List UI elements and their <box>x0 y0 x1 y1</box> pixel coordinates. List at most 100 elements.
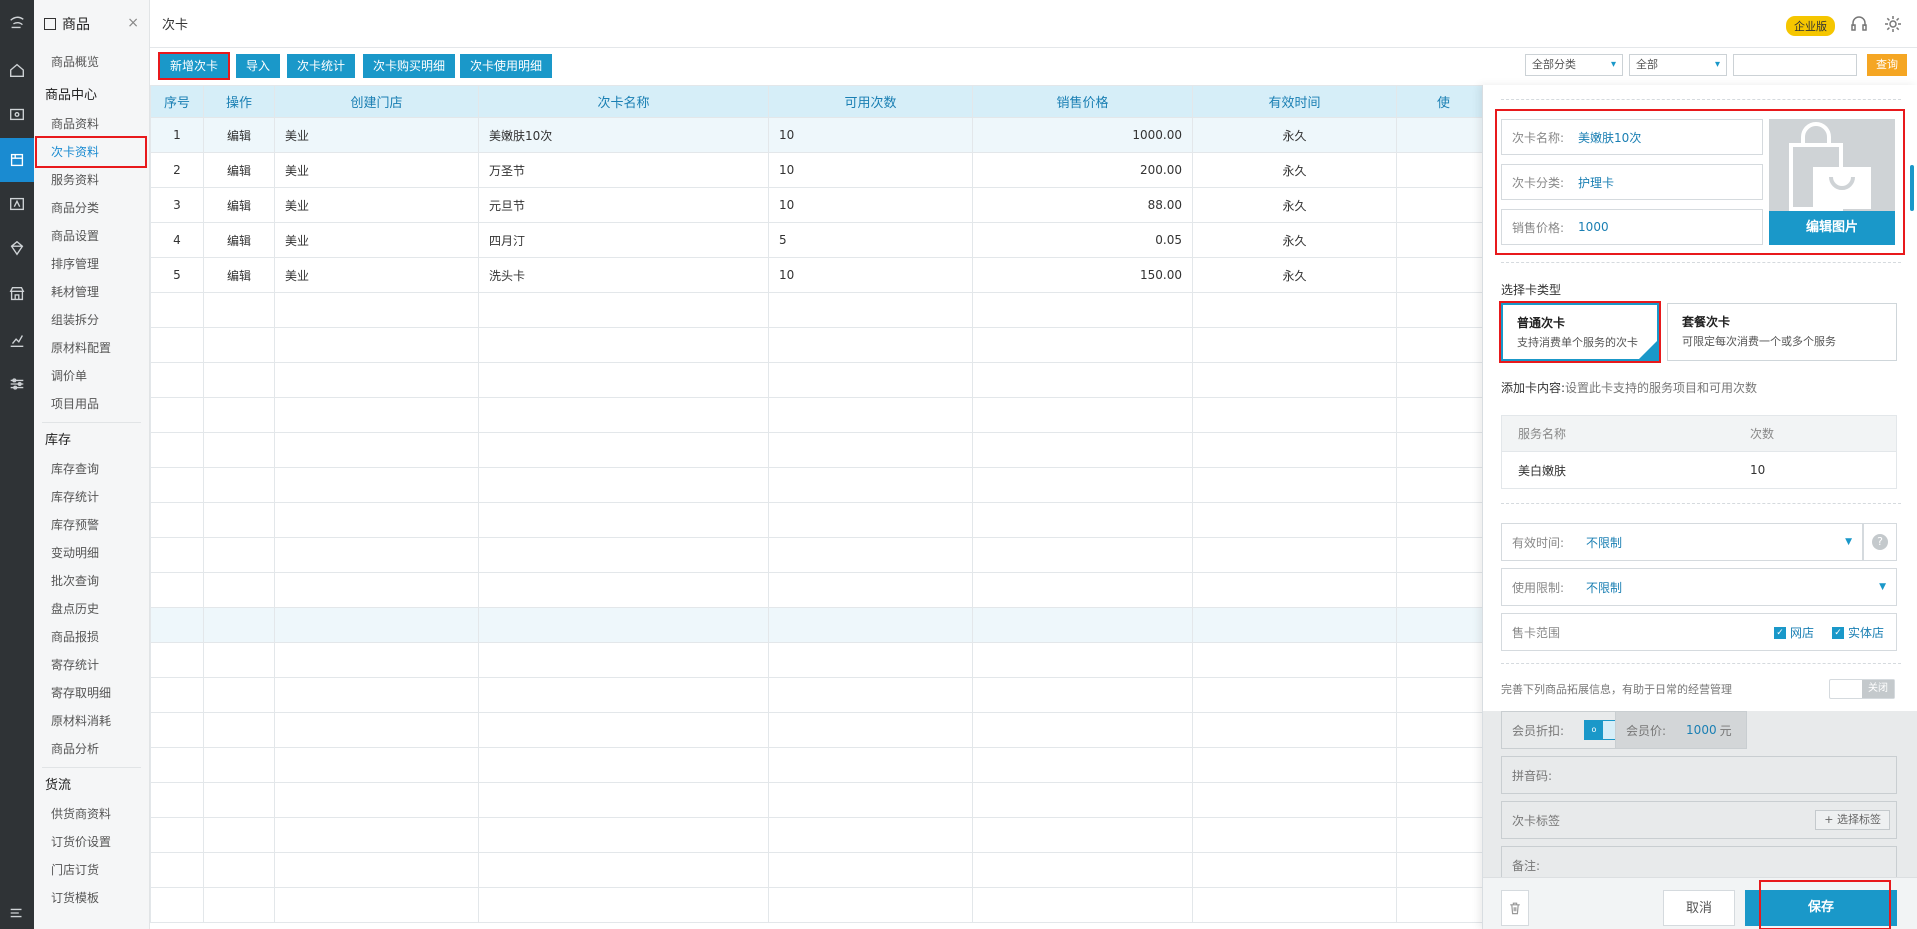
menu-item[interactable]: 服务资料 <box>34 166 149 194</box>
card-category-field[interactable]: 次卡分类: 护理卡 <box>1501 164 1763 200</box>
table-cell <box>203 572 275 608</box>
chart-icon[interactable] <box>0 318 34 362</box>
valid-time-select[interactable]: 有效时间: 不限制 ▼ <box>1501 523 1863 561</box>
category-filter-select[interactable]: 全部分类 <box>1525 54 1623 76</box>
table-cell <box>768 747 973 783</box>
menu-item[interactable]: 批次查询 <box>34 567 149 595</box>
menu-item[interactable]: 商品设置 <box>34 222 149 250</box>
scope-online-checkbox[interactable]: ✓ 网店 <box>1774 624 1814 641</box>
extend-info-toggle[interactable]: 关闭 <box>1829 679 1895 699</box>
menu-item[interactable]: 次卡资料 <box>35 136 147 168</box>
table-cell <box>478 817 769 853</box>
edit-link[interactable]: 编辑 <box>203 187 275 223</box>
menu-item[interactable]: 库存查询 <box>34 455 149 483</box>
selected-check-icon <box>1639 341 1657 359</box>
drawer-scrollbar[interactable] <box>1910 165 1914 211</box>
edit-image-button[interactable]: 编辑图片 <box>1769 211 1895 245</box>
table-cell <box>478 397 769 433</box>
menu-item[interactable]: 原材料配置 <box>34 334 149 362</box>
table-row <box>150 432 1491 468</box>
wallet-icon[interactable] <box>0 92 34 136</box>
table-cell <box>274 817 479 853</box>
menu-item[interactable]: 订货模板 <box>34 884 149 912</box>
column-header[interactable]: 销售价格 <box>972 85 1193 118</box>
edit-link[interactable]: 编辑 <box>203 152 275 188</box>
table-cell <box>478 712 769 748</box>
menu-item[interactable]: 供货商资料 <box>34 800 149 828</box>
status-filter-select[interactable]: 全部 <box>1629 54 1727 76</box>
table-row[interactable]: 1 编辑 美业 美嫩肤10次 10 1000.00 永久 <box>150 117 1491 153</box>
delete-button[interactable] <box>1501 890 1529 926</box>
diamond-icon[interactable] <box>0 226 34 270</box>
table-row[interactable]: 2 编辑 美业 万圣节 10 200.00 永久 <box>150 152 1491 188</box>
cancel-button[interactable]: 取消 <box>1663 890 1735 926</box>
settings-sliders-icon[interactable] <box>0 362 34 406</box>
goods-icon[interactable] <box>0 138 34 182</box>
menu-item[interactable]: 盘点历史 <box>34 595 149 623</box>
menu-item[interactable]: 商品报损 <box>34 623 149 651</box>
query-button[interactable]: 查询 <box>1867 54 1907 76</box>
menu-item[interactable]: 商品资料 <box>34 110 149 138</box>
card-usage-detail-button[interactable]: 次卡使用明细 <box>460 54 553 78</box>
gear-icon[interactable] <box>1883 14 1903 38</box>
member-icon[interactable] <box>0 182 34 226</box>
menu-item[interactable]: 库存预警 <box>34 511 149 539</box>
menu-item[interactable]: 门店订货 <box>34 856 149 884</box>
scope-store-checkbox[interactable]: ✓ 实体店 <box>1832 624 1884 641</box>
column-header[interactable]: 有效时间 <box>1192 85 1397 118</box>
card-name-field[interactable]: 次卡名称: 美嫩肤10次 <box>1501 119 1763 155</box>
menu-item[interactable]: 商品分析 <box>34 735 149 763</box>
menu-item[interactable]: 原材料消耗 <box>34 707 149 735</box>
menu-item[interactable]: 商品分类 <box>34 194 149 222</box>
close-icon[interactable]: × <box>127 15 139 31</box>
edit-link[interactable]: 编辑 <box>203 222 275 258</box>
menu-item[interactable]: 商品概览 <box>34 48 149 76</box>
column-header[interactable]: 序号 <box>150 85 204 118</box>
menu-item[interactable]: 寄存统计 <box>34 651 149 679</box>
table-row <box>150 677 1491 713</box>
import-button[interactable]: 导入 <box>236 54 281 78</box>
table-row[interactable]: 3 编辑 美业 元旦节 10 88.00 永久 <box>150 187 1491 223</box>
card-stats-button[interactable]: 次卡统计 <box>287 54 356 78</box>
table-cell <box>203 677 275 713</box>
home-icon[interactable] <box>0 48 34 92</box>
card-type-normal[interactable]: 普通次卡 支持消费单个服务的次卡 <box>1499 301 1661 363</box>
menu-item[interactable]: 组装拆分 <box>34 306 149 334</box>
menu-item[interactable]: 耗材管理 <box>34 278 149 306</box>
card-type-package[interactable]: 套餐次卡 可限定每次消费一个或多个服务 <box>1667 303 1897 361</box>
menu-item[interactable]: 调价单 <box>34 362 149 390</box>
menu-item[interactable]: 库存统计 <box>34 483 149 511</box>
service-row[interactable]: 美白嫩肤 10 <box>1502 452 1896 488</box>
menu-item[interactable]: 寄存取明细 <box>34 679 149 707</box>
table-row[interactable]: 4 编辑 美业 四月汀 5 0.05 永久 <box>150 222 1491 258</box>
search-input[interactable] <box>1733 54 1857 76</box>
card-purchase-detail-button[interactable]: 次卡购买明细 <box>363 54 456 78</box>
headset-icon[interactable] <box>1849 14 1869 38</box>
table-cell: 2 <box>150 152 204 188</box>
menu-item[interactable]: 变动明细 <box>34 539 149 567</box>
table-row[interactable]: 5 编辑 美业 洗头卡 10 150.00 永久 <box>150 257 1491 293</box>
edit-link[interactable]: 编辑 <box>203 117 275 153</box>
menu-item[interactable]: 订货价设置 <box>34 828 149 856</box>
card-price-field[interactable]: 销售价格: 1000 <box>1501 209 1763 245</box>
column-header[interactable]: 可用次数 <box>768 85 973 118</box>
edit-link[interactable]: 编辑 <box>203 257 275 293</box>
save-button[interactable]: 保存 <box>1745 890 1897 926</box>
column-header[interactable]: 操作 <box>203 85 275 118</box>
column-header[interactable]: 使 <box>1396 85 1491 118</box>
pinyin-field[interactable]: 拼音码: <box>1501 756 1897 794</box>
help-icon[interactable]: ? <box>1863 523 1897 561</box>
usage-limit-select[interactable]: 使用限制: 不限制 ▼ <box>1501 568 1897 606</box>
menu-item[interactable]: 项目用品 <box>34 390 149 418</box>
shop-icon[interactable] <box>0 272 34 316</box>
select-tag-button[interactable]: + 选择标签 <box>1815 810 1890 830</box>
column-header[interactable]: 次卡名称 <box>478 85 769 118</box>
table-cell <box>1192 782 1397 818</box>
add-card-button[interactable]: 新增次卡 <box>157 52 231 80</box>
table-cell <box>1192 572 1397 608</box>
menu-item[interactable]: 排序管理 <box>34 250 149 278</box>
logo-icon[interactable] <box>0 0 34 44</box>
member-price-field[interactable]: 会员价: 1000 元 <box>1615 711 1747 749</box>
menu-icon[interactable] <box>0 896 34 929</box>
column-header[interactable]: 创建门店 <box>274 85 479 118</box>
